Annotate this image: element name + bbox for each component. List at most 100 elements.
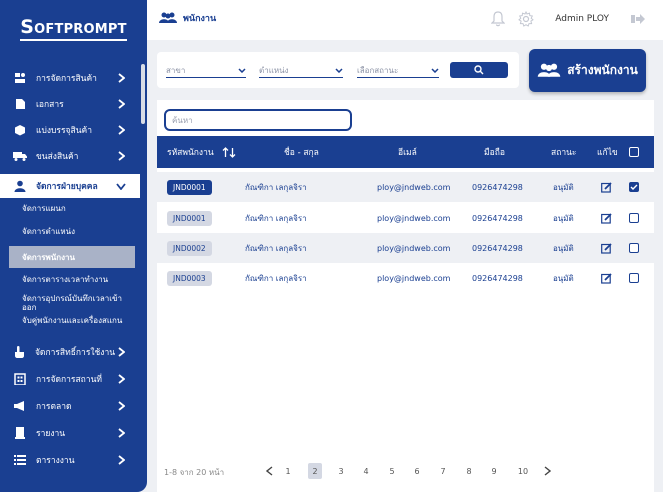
- submenu-item-department[interactable]: จัดการแผนก: [22, 204, 134, 213]
- gear-icon[interactable]: [515, 8, 537, 30]
- box-icon: [13, 123, 27, 137]
- bell-icon[interactable]: [487, 8, 509, 30]
- branch-select[interactable]: สาขา: [166, 64, 246, 78]
- product-icon: [13, 71, 27, 85]
- table-row[interactable]: JND0002 กัณฑิกา เลกุลจิรา ploy@jndweb.co…: [157, 233, 654, 263]
- sort-icon[interactable]: [222, 146, 236, 158]
- position-select[interactable]: ตำแหน่ง: [259, 64, 343, 78]
- chevron-down-icon: [335, 66, 343, 75]
- employee-code-badge[interactable]: JND0002: [167, 240, 212, 256]
- employee-phone: 0926474298: [472, 273, 523, 283]
- row-checkbox[interactable]: [629, 172, 639, 202]
- page-7[interactable]: 7: [436, 463, 450, 479]
- chevron-right-icon: [114, 428, 128, 438]
- page-4[interactable]: 4: [359, 463, 373, 479]
- document-icon: [13, 97, 27, 111]
- sidebar-item-reports[interactable]: รายงาน: [0, 421, 140, 445]
- employee-code-badge[interactable]: JND0001: [167, 210, 212, 226]
- status-select[interactable]: เลือกสถานะ: [357, 64, 439, 78]
- employee-code-badge[interactable]: JND0001: [167, 179, 212, 195]
- employee-table-card: ค้นหา รหัสพนักงาน ชื่อ - สกุล อีเมล์ มือ…: [157, 100, 654, 492]
- select-all-checkbox[interactable]: [629, 136, 639, 168]
- truck-icon: [13, 149, 27, 163]
- submenu-item-match-scanner[interactable]: จับคู่พนักงานและเครื่องสแกน: [22, 316, 134, 325]
- edit-icon[interactable]: [601, 233, 612, 263]
- employee-code-badge[interactable]: JND0003: [167, 270, 212, 286]
- page-1[interactable]: 1: [281, 463, 295, 479]
- logout-icon[interactable]: [627, 8, 649, 30]
- sidebar-item-marketing[interactable]: การตลาด: [0, 394, 140, 418]
- sidebar-item-schedule[interactable]: ตารางงาน: [0, 448, 140, 472]
- hand-pointer-icon: [13, 345, 26, 359]
- edit-icon[interactable]: [601, 172, 612, 202]
- page-6[interactable]: 6: [410, 463, 424, 479]
- header-employee-code[interactable]: รหัสพนักงาน: [167, 136, 236, 168]
- sidebar-scrollbar[interactable]: [141, 64, 145, 124]
- sidebar-item-permissions[interactable]: จัดการสิทธิ์การใช้งาน: [0, 340, 140, 364]
- table-row[interactable]: JND0003 กัณฑิกา เลกุลจิรา ploy@jndweb.co…: [157, 263, 654, 293]
- employee-phone: 0926474298: [472, 243, 523, 253]
- table-row[interactable]: JND0001 กัณฑิกา เลกุลจิรา ploy@jndweb.co…: [157, 203, 654, 233]
- employee-name: กัณฑิกา เลกุลจิรา: [245, 213, 307, 223]
- chevron-down-icon: [114, 182, 128, 190]
- create-employee-button[interactable]: สร้างพนักงาน: [529, 49, 646, 92]
- sidebar-item-shipping[interactable]: ขนส่งสินค้า: [0, 144, 140, 168]
- submenu-item-position[interactable]: จัดการตำแหน่ง: [22, 227, 134, 236]
- page-9[interactable]: 9: [487, 463, 501, 479]
- megaphone-icon: [13, 399, 27, 413]
- employee-name: กัณฑิกา เลกุลจิรา: [245, 273, 307, 283]
- chevron-right-icon: [114, 401, 128, 411]
- pagination-info: 1-8 จาก 20 หน้า: [164, 468, 225, 477]
- submenu-item-work-schedule[interactable]: จัดการตารางเวลาทำงาน: [22, 275, 134, 284]
- user-icon: [13, 179, 27, 193]
- page-8[interactable]: 8: [462, 463, 476, 479]
- chevron-right-icon: [114, 99, 128, 109]
- employee-email: ploy@jndweb.com: [377, 243, 451, 253]
- building-icon: [13, 372, 27, 386]
- top-bar-actions: Admin PLOY: [481, 8, 649, 30]
- chevron-right-icon: [115, 347, 128, 357]
- sidebar: SOFTPROMPT การจัดการสินค้า เอกสาร แบ่งบร…: [0, 0, 147, 492]
- header-name: ชื่อ - สกุล: [284, 148, 319, 158]
- search-icon: [474, 65, 484, 75]
- employee-status: อนุมัติ: [553, 273, 574, 283]
- filter-bar: สาขา ตำแหน่ง เลือกสถานะ: [157, 52, 519, 88]
- admin-username[interactable]: Admin PLOY: [555, 14, 609, 24]
- app-window: SOFTPROMPT การจัดการสินค้า เอกสาร แบ่งบร…: [0, 0, 663, 492]
- search-input[interactable]: ค้นหา: [164, 109, 352, 131]
- page-title: พนักงาน: [159, 11, 216, 25]
- page-5[interactable]: 5: [385, 463, 399, 479]
- users-icon: [537, 63, 561, 77]
- list-icon: [13, 453, 27, 467]
- edit-icon[interactable]: [601, 263, 612, 293]
- employee-name: กัณฑิกา เลกุลจิรา: [245, 182, 307, 192]
- table-row[interactable]: JND0001 กัณฑิกา เลกุลจิรา ploy@jndweb.co…: [157, 172, 654, 202]
- row-checkbox[interactable]: [629, 203, 639, 233]
- employee-email: ploy@jndweb.com: [377, 213, 451, 223]
- report-icon: [13, 426, 27, 440]
- sidebar-item-locations[interactable]: การจัดการสถานที่: [0, 367, 140, 391]
- next-page-icon[interactable]: [540, 463, 554, 479]
- sidebar-item-packing[interactable]: แบ่งบรรจุสินค้า: [0, 118, 140, 142]
- page-10[interactable]: 10: [514, 463, 532, 479]
- pagination: 1-8 จาก 20 หน้า 1 2 3 4 5 6 7 8 9 10: [157, 460, 654, 484]
- sidebar-item-product-management[interactable]: การจัดการสินค้า: [0, 66, 140, 90]
- row-checkbox[interactable]: [629, 233, 639, 263]
- submenu-item-employee[interactable]: จัดการพนักงาน: [9, 246, 135, 268]
- submenu-item-time-device[interactable]: จัดการอุปกรณ์บันทึกเวลาเข้าออก: [22, 294, 134, 312]
- row-checkbox[interactable]: [629, 263, 639, 293]
- page-3[interactable]: 3: [334, 463, 348, 479]
- edit-icon[interactable]: [601, 203, 612, 233]
- page-2[interactable]: 2: [308, 463, 322, 479]
- header-phone: มือถือ: [484, 148, 505, 158]
- hr-submenu: จัดการแผนก จัดการตำแหน่ง จัดการพนักงาน จ…: [0, 198, 140, 342]
- softprompt-logo[interactable]: SOFTPROMPT: [0, 0, 147, 56]
- employee-status: อนุมัติ: [553, 243, 574, 253]
- sidebar-item-hr[interactable]: จัดการฝ่ายบุคคล: [0, 174, 140, 198]
- search-button[interactable]: [450, 62, 508, 78]
- sidebar-item-documents[interactable]: เอกสาร: [0, 92, 140, 116]
- chevron-right-icon: [114, 125, 128, 135]
- chevron-down-icon: [431, 66, 439, 75]
- header-email: อีเมล์: [398, 148, 417, 158]
- prev-page-icon[interactable]: [262, 463, 276, 479]
